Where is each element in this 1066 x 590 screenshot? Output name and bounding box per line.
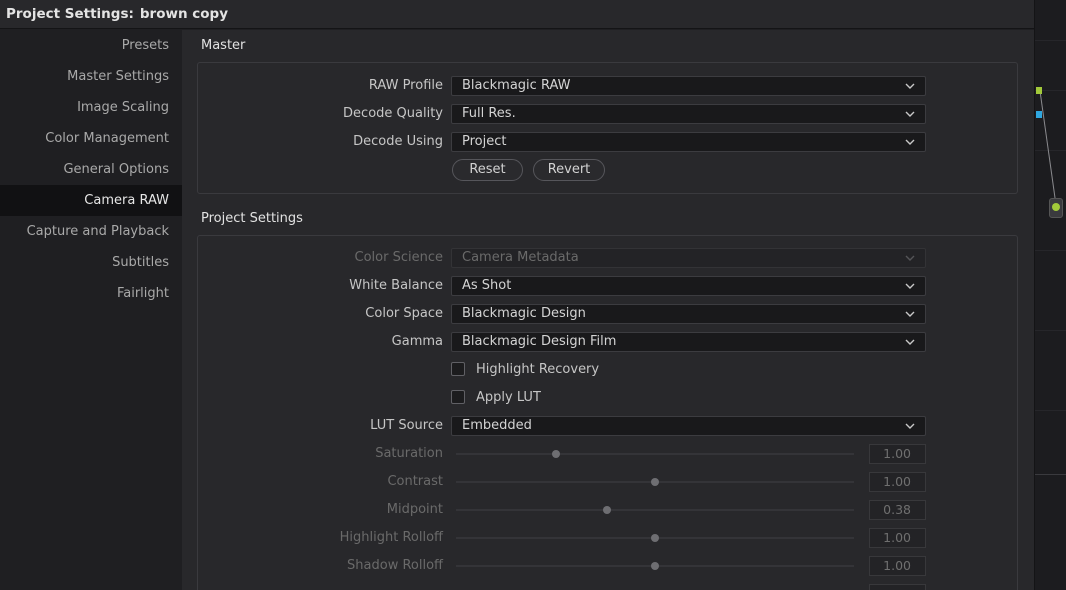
sidebar-item-general-options[interactable]: General Options xyxy=(0,154,182,185)
lut-source-select[interactable]: Embedded xyxy=(451,416,926,436)
saturation-value-field[interactable]: 1.00 xyxy=(869,444,926,464)
master-box: RAW Profile Blackmagic RAW Decode Qualit… xyxy=(197,62,1018,194)
color-science-label: Color Science xyxy=(354,250,443,265)
highlight-rolloff-row: Highlight Rolloff 1.00 xyxy=(198,527,1019,549)
decode-using-label: Decode Using xyxy=(353,134,443,149)
apply-lut-label[interactable]: Apply LUT xyxy=(476,387,541,409)
lut-source-label: LUT Source xyxy=(370,418,443,433)
highlight-recovery-label[interactable]: Highlight Recovery xyxy=(476,359,599,381)
sidebar-item-camera-raw[interactable]: Camera RAW xyxy=(0,185,182,216)
chevron-down-icon xyxy=(905,339,915,345)
project-settings-box: Color Science Camera Metadata White Bala… xyxy=(197,235,1018,590)
gamma-value: Blackmagic Design Film xyxy=(462,334,617,349)
revert-button[interactable]: Revert xyxy=(533,159,605,181)
saturation-slider-handle[interactable] xyxy=(551,450,560,458)
color-space-label: Color Space xyxy=(365,306,443,321)
chevron-down-icon xyxy=(905,83,915,89)
decode-using-select[interactable]: Project xyxy=(451,132,926,152)
node-input-green-icon[interactable] xyxy=(1036,87,1042,94)
decode-quality-select[interactable]: Full Res. xyxy=(451,104,926,124)
color-science-value: Camera Metadata xyxy=(462,250,579,265)
saturation-label: Saturation xyxy=(375,446,443,461)
sidebar-item-fairlight[interactable]: Fairlight xyxy=(0,278,182,309)
color-space-select[interactable]: Blackmagic Design xyxy=(451,304,926,324)
raw-profile-row: RAW Profile Blackmagic RAW xyxy=(198,75,1019,97)
raw-profile-value: Blackmagic RAW xyxy=(462,78,571,93)
window-title-bar: Project Settings: brown copy xyxy=(0,0,1034,29)
gamma-select[interactable]: Blackmagic Design Film xyxy=(451,332,926,352)
lut-source-row: LUT Source Embedded xyxy=(198,415,1019,437)
highlight-recovery-checkbox[interactable] xyxy=(451,362,465,376)
settings-sidebar: Presets Master Settings Image Scaling Co… xyxy=(0,30,182,590)
node-output-dot-icon xyxy=(1052,203,1060,211)
chevron-down-icon xyxy=(905,311,915,317)
chevron-down-icon xyxy=(905,423,915,429)
color-science-row: Color Science Camera Metadata xyxy=(198,247,1019,269)
midpoint-value-field[interactable]: 0.38 xyxy=(869,500,926,520)
raw-profile-label: RAW Profile xyxy=(368,78,443,93)
midpoint-label: Midpoint xyxy=(386,502,443,517)
color-science-select[interactable]: Camera Metadata xyxy=(451,248,926,268)
color-space-row: Color Space Blackmagic Design xyxy=(198,303,1019,325)
white-balance-label: White Balance xyxy=(349,278,443,293)
shadow-rolloff-slider-handle[interactable] xyxy=(651,562,659,570)
master-buttons-row: Reset Revert xyxy=(198,159,1019,181)
white-balance-select[interactable]: As Shot xyxy=(451,276,926,296)
shadow-rolloff-label: Shadow Rolloff xyxy=(347,558,443,573)
shadow-rolloff-row: Shadow Rolloff 1.00 xyxy=(198,555,1019,577)
decode-using-row: Decode Using Project xyxy=(198,131,1019,153)
sidebar-item-subtitles[interactable]: Subtitles xyxy=(0,247,182,278)
raw-profile-select[interactable]: Blackmagic RAW xyxy=(451,76,926,96)
partial-value-field xyxy=(869,584,926,590)
node-output[interactable] xyxy=(1049,198,1063,218)
decode-quality-label: Decode Quality xyxy=(343,106,443,121)
sidebar-item-presets[interactable]: Presets xyxy=(0,30,182,61)
white-balance-value: As Shot xyxy=(462,278,512,293)
apply-lut-row: Apply LUT xyxy=(198,387,1019,409)
contrast-row: Contrast 1.00 xyxy=(198,471,1019,493)
reset-button[interactable]: Reset xyxy=(452,159,523,181)
midpoint-slider-handle[interactable] xyxy=(603,506,612,514)
contrast-value-field[interactable]: 1.00 xyxy=(869,472,926,492)
sidebar-item-capture-and-playback[interactable]: Capture and Playback xyxy=(0,216,182,247)
color-space-value: Blackmagic Design xyxy=(462,306,586,321)
saturation-slider-track[interactable] xyxy=(456,453,854,455)
highlight-rolloff-label: Highlight Rolloff xyxy=(339,530,443,545)
highlight-recovery-row: Highlight Recovery xyxy=(198,359,1019,381)
master-section-title: Master xyxy=(201,38,246,53)
sidebar-item-color-management[interactable]: Color Management xyxy=(0,123,182,154)
white-balance-row: White Balance As Shot xyxy=(198,275,1019,297)
settings-main-panel: Master RAW Profile Blackmagic RAW Decode… xyxy=(182,30,1034,590)
contrast-label: Contrast xyxy=(387,474,443,489)
node-input-blue-icon[interactable] xyxy=(1036,111,1042,118)
sidebar-item-master-settings[interactable]: Master Settings xyxy=(0,61,182,92)
chevron-down-icon xyxy=(905,283,915,289)
project-section-title: Project Settings xyxy=(201,211,303,226)
apply-lut-checkbox[interactable] xyxy=(451,390,465,404)
midpoint-row: Midpoint 0.38 xyxy=(198,499,1019,521)
shadow-rolloff-value-field[interactable]: 1.00 xyxy=(869,556,926,576)
gamma-row: Gamma Blackmagic Design Film xyxy=(198,331,1019,353)
window-title-project: brown copy xyxy=(139,6,229,22)
gamma-label: Gamma xyxy=(391,334,443,349)
midpoint-slider-track[interactable] xyxy=(456,509,854,511)
highlight-rolloff-slider-handle[interactable] xyxy=(651,534,659,542)
chevron-down-icon xyxy=(905,139,915,145)
sidebar-item-image-scaling[interactable]: Image Scaling xyxy=(0,92,182,123)
decode-quality-row: Decode Quality Full Res. xyxy=(198,103,1019,125)
window-title-prefix: Project Settings: xyxy=(6,6,134,22)
saturation-row: Saturation 1.00 xyxy=(198,443,1019,465)
chevron-down-icon xyxy=(905,255,915,261)
highlight-rolloff-value-field[interactable]: 1.00 xyxy=(869,528,926,548)
partial-hidden-row xyxy=(198,583,1019,590)
chevron-down-icon xyxy=(905,111,915,117)
contrast-slider-handle[interactable] xyxy=(651,478,659,486)
lut-source-value: Embedded xyxy=(462,418,532,433)
node-editor-edge-panel xyxy=(1034,0,1066,590)
decode-quality-value: Full Res. xyxy=(462,106,516,121)
decode-using-value: Project xyxy=(462,134,507,149)
